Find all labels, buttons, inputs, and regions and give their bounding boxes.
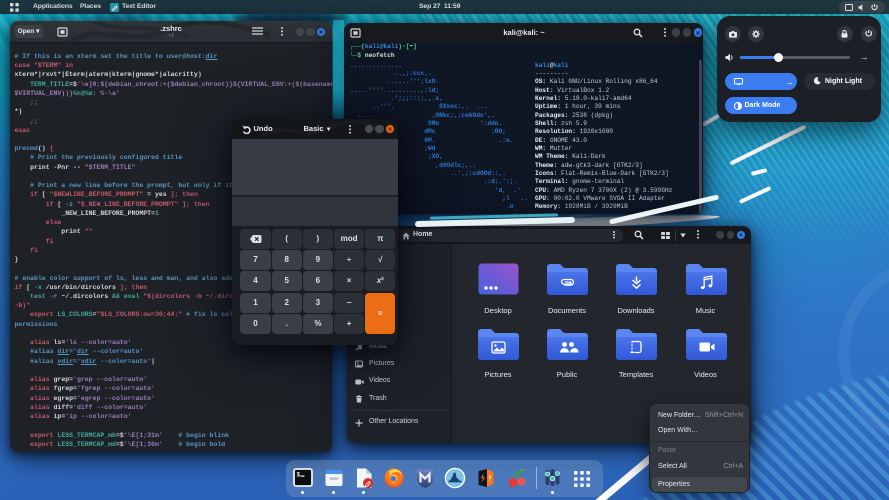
svg-text:$: $	[296, 471, 300, 478]
